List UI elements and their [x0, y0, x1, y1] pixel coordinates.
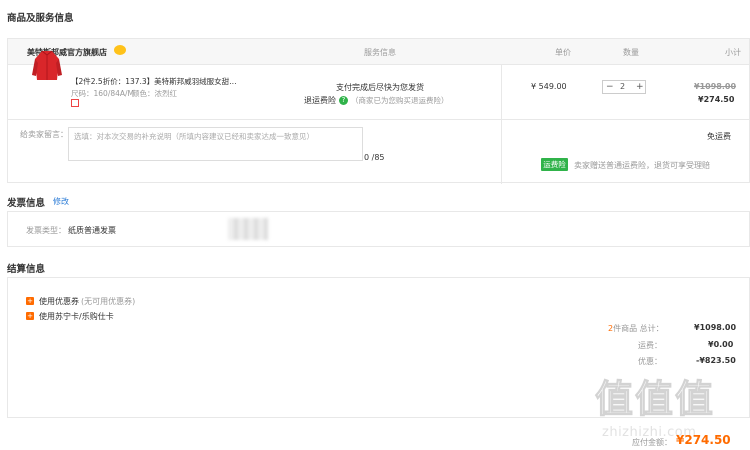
message-label: 给卖家留言：	[20, 130, 68, 139]
unit-price: ¥ 549.00	[531, 82, 567, 91]
row-divider	[8, 119, 749, 120]
product-thumbnail[interactable]	[32, 49, 62, 83]
decrease-button[interactable]: −	[606, 81, 614, 93]
seller-message-placeholder: 选填：对本次交易的补充说明（所填内容建议已经和卖家达成一致意见）	[74, 132, 314, 141]
coupon-note: (无可用优惠券)	[81, 297, 136, 306]
col-subtotal: 小计	[725, 48, 741, 57]
coupon-plus-icon[interactable]: +	[26, 297, 34, 305]
card-toggle[interactable]: 使用苏宁卡/乐购仕卡	[39, 311, 114, 322]
invoice-type-value: 纸质普通发票	[68, 226, 116, 235]
freight-insurance-note: 卖家赠送普通运费险，退货可享受理赔	[574, 161, 710, 170]
table-header: 美特斯邦威官方旗舰店 服务信息 单价 数量 小计	[8, 39, 749, 65]
service-return-label: 退运费险	[304, 96, 336, 105]
item-count-label: 件商品 总计：	[613, 324, 664, 333]
payable-label: 应付金额：	[632, 438, 672, 447]
card-plus-icon[interactable]: +	[26, 312, 34, 320]
return-insurance-icon[interactable]: ?	[339, 96, 348, 105]
message-counter: 0 /85	[364, 153, 385, 162]
service-shipping-note: 支付完成后尽快为您发货	[336, 83, 424, 92]
invoice-edit-link[interactable]: 修改	[53, 196, 69, 207]
seller-message-input[interactable]: 选填：对本次交易的补充说明（所填内容建议已经和卖家达成一致意见）	[68, 127, 363, 161]
invoice-mark-icon	[71, 99, 79, 107]
product-title-link[interactable]: 【2件2.5折价：137.3】美特斯邦威羽绒服女甜…	[71, 76, 237, 87]
service-return-note: （商家已为您购买退运费险）	[351, 96, 449, 105]
subtotal: ¥274.50	[698, 95, 735, 104]
coupon-toggle[interactable]: 使用优惠券	[39, 296, 79, 307]
payable-amount: ¥274.50	[676, 433, 731, 447]
order-total: ¥1098.00	[694, 323, 737, 332]
shipping-fee-label: 免运费	[707, 132, 731, 141]
product-spec-color: 颜色：浓烈红	[132, 89, 177, 98]
column-divider	[501, 65, 502, 184]
col-quantity: 数量	[623, 48, 639, 57]
store-badge-icon	[114, 45, 126, 55]
goods-section-title: 商品及服务信息	[7, 13, 74, 24]
freight-value: ¥0.00	[708, 340, 734, 349]
col-service: 服务信息	[364, 48, 396, 57]
original-subtotal: ¥1098.00	[694, 82, 737, 91]
blurred-invoice-info	[228, 218, 268, 240]
col-unit-price: 单价	[555, 48, 571, 57]
increase-button[interactable]: +	[636, 81, 644, 93]
watermark-logo: 值值值	[594, 377, 716, 422]
discount-label: 优惠：	[638, 357, 662, 366]
quantity-value[interactable]: 2	[620, 81, 625, 93]
invoice-section-title: 发票信息	[7, 198, 46, 209]
item-count-line: 2件商品 总计：	[608, 323, 664, 334]
order-table: 美特斯邦威官方旗舰店 服务信息 单价 数量 小计 【2件2.5折价：137.3】…	[7, 38, 750, 184]
settle-section-title: 结算信息	[7, 264, 46, 275]
discount-value: -¥823.50	[696, 356, 736, 365]
freight-label: 运费：	[638, 341, 662, 350]
invoice-type-label: 发票类型：	[26, 226, 66, 235]
product-spec-size: 尺码：160/84A/M	[71, 89, 135, 98]
invoice-box: 发票类型： 纸质普通发票	[7, 211, 750, 247]
freight-insurance-tag: 运费险	[541, 158, 568, 171]
quantity-stepper: − 2 +	[602, 80, 646, 94]
